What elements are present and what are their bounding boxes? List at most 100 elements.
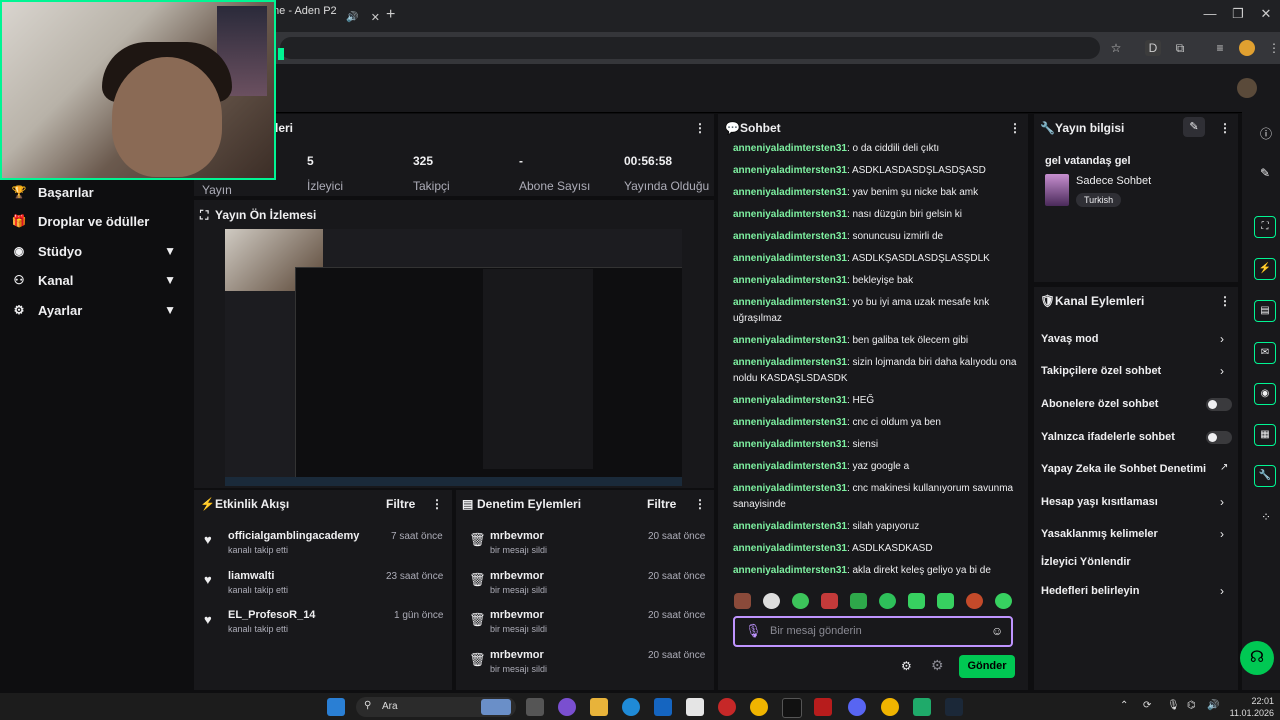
chat-message[interactable]: anneniyaladimtersten31: silah yapıyoruz — [733, 519, 1018, 535]
info-icon[interactable]: ⓘ — [1260, 125, 1272, 142]
browser-tab[interactable]: me - Aden P2 ( 🔊 ✕ — [270, 4, 380, 30]
action-banned-words[interactable]: Yasaklanmış kelimeler — [1041, 528, 1231, 540]
emote-icon[interactable] — [763, 593, 780, 609]
emote-icon[interactable] — [879, 593, 896, 609]
chat-username[interactable]: anneniyaladimtersten31 — [733, 275, 847, 286]
sidebar-item-achievements[interactable]: 🏆 Başarılar — [0, 178, 190, 206]
stream-info-menu-icon[interactable]: ⋮ — [1219, 121, 1231, 135]
chat-username[interactable]: anneniyaladimtersten31 — [733, 565, 847, 576]
list-item[interactable]: mrbevmor bir mesajı sildi — [490, 570, 547, 595]
chat-menu-icon[interactable]: ⋮ — [1009, 121, 1021, 135]
chat-username[interactable]: anneniyaladimtersten31 — [733, 543, 847, 554]
sidebar-item-drops[interactable]: 🎁 Droplar ve ödüller — [0, 207, 190, 235]
channel-actions-menu-icon[interactable]: ⋮ — [1219, 294, 1231, 308]
chrome-active-icon[interactable] — [881, 698, 899, 716]
chat-message[interactable]: anneniyaladimtersten31: bekleyişe bak — [733, 273, 1018, 289]
chat-message[interactable]: anneniyaladimtersten31: yaz google a — [733, 459, 1018, 475]
chat-message[interactable]: anneniyaladimtersten31: ASDLKASDKASD — [733, 541, 1018, 557]
clock-date[interactable]: 11.01.2026 — [1228, 708, 1274, 718]
list-item[interactable]: liamwalti kanalı takip etti — [228, 570, 288, 595]
taskbar-search[interactable]: ⚲ Ara — [356, 697, 516, 717]
chevron-right-icon[interactable]: › — [1220, 527, 1224, 541]
language-tag[interactable]: Turkish — [1076, 193, 1122, 207]
chat-message[interactable]: anneniyaladimtersten31: yav benim şu nic… — [733, 185, 1018, 201]
new-tab-button[interactable]: + — [386, 6, 395, 24]
app-icon[interactable] — [913, 698, 931, 716]
emote-icon[interactable] — [850, 593, 867, 609]
stats-menu-icon[interactable]: ⋮ — [694, 121, 706, 135]
window-minimize-button[interactable]: — — [1200, 6, 1220, 21]
broadcast-icon[interactable]: ◉ — [1254, 383, 1276, 405]
chat-username[interactable]: anneniyaladimtersten31 — [733, 461, 847, 472]
list-item[interactable]: mrbevmor bir mesajı sildi — [490, 609, 547, 634]
windows-start-icon[interactable] — [327, 698, 345, 716]
stream-preview-video[interactable] — [225, 229, 682, 486]
list-item[interactable]: EL_ProfesoR_14 kanalı takip etti — [228, 609, 315, 634]
chat-username[interactable]: anneniyaladimtersten31 — [733, 297, 847, 308]
chat-username[interactable]: anneniyaladimtersten31 — [733, 253, 847, 264]
netflix-icon[interactable] — [814, 698, 832, 716]
edge-icon[interactable] — [622, 698, 640, 716]
sidebar-item-channel[interactable]: ⚇ Kanal ▼ — [0, 266, 190, 294]
chat-message[interactable]: anneniyaladimtersten31: siensi — [733, 437, 1018, 453]
emote-icon[interactable] — [995, 593, 1012, 609]
microphone-icon[interactable]: 🎙 — [745, 623, 762, 639]
action-subscribers-only[interactable]: Abonelere özel sohbet — [1041, 398, 1231, 410]
badge-icon[interactable]: ⚙ — [931, 657, 944, 674]
list-item[interactable]: officialgamblingacademy kanalı takip ett… — [228, 530, 359, 555]
moderation-filter-button[interactable]: Filtre — [647, 497, 676, 511]
list-item[interactable]: mrbevmor bir mesajı sildi — [490, 649, 547, 674]
subscribers-only-toggle[interactable] — [1206, 398, 1232, 411]
tab-close-icon[interactable]: ✕ — [371, 11, 380, 24]
chat-username[interactable]: anneniyaladimtersten31 — [733, 521, 847, 532]
speaker-icon[interactable]: 🔊 — [346, 12, 358, 23]
emote-icon[interactable] — [792, 593, 809, 609]
discord-icon[interactable] — [848, 698, 866, 716]
emote-only-toggle[interactable] — [1206, 431, 1232, 444]
chat-message[interactable]: anneniyaladimtersten31: sonuncusu izmirl… — [733, 229, 1018, 245]
chat-message[interactable]: anneniyaladimtersten31: nası düzgün biri… — [733, 207, 1018, 223]
address-bar[interactable] — [280, 37, 1100, 59]
browser-menu-icon[interactable]: ⋮ — [1266, 40, 1280, 56]
copilot-icon[interactable] — [558, 698, 576, 716]
send-button[interactable]: Gönder — [959, 655, 1015, 678]
tray-network-icon[interactable]: ⌬ — [1187, 700, 1196, 711]
chat-message[interactable]: anneniyaladimtersten31: yo bu iyi ama uz… — [733, 295, 1018, 327]
chevron-right-icon[interactable]: › — [1220, 332, 1224, 346]
category-thumbnail[interactable] — [1045, 174, 1069, 206]
emote-icon[interactable] — [908, 593, 925, 609]
tray-mic-icon[interactable]: 🎙 — [1167, 700, 1180, 711]
chat-username[interactable]: anneniyaladimtersten31 — [733, 143, 847, 154]
edit-pencil-icon[interactable]: ✎ — [1183, 117, 1205, 137]
emote-icon[interactable] — [966, 593, 983, 609]
chat-message[interactable]: anneniyaladimtersten31: cnc ci oldum ya … — [733, 415, 1018, 431]
chat-username[interactable]: anneniyaladimtersten31 — [733, 417, 847, 428]
tray-volume-icon[interactable]: 🔊 — [1207, 700, 1219, 711]
chat-username[interactable]: anneniyaladimtersten31 — [733, 395, 847, 406]
outlook-icon[interactable] — [654, 698, 672, 716]
chrome-icon[interactable] — [750, 698, 768, 716]
tray-sync-icon[interactable]: ⟳ — [1143, 700, 1151, 711]
emoji-icon[interactable]: ☺ — [991, 624, 1003, 638]
help-headset-icon[interactable]: ☊ — [1240, 641, 1274, 675]
chat-message[interactable]: anneniyaladimtersten31: HEĞ — [733, 393, 1018, 409]
sidebar-item-studio[interactable]: ◉ Stüdyo ▼ — [0, 237, 190, 265]
avatar[interactable] — [1237, 78, 1257, 98]
screen-capture-icon[interactable]: ⛶ — [1254, 216, 1276, 238]
chat-username[interactable]: anneniyaladimtersten31 — [733, 439, 847, 450]
chat-username[interactable]: anneniyaladimtersten31 — [733, 483, 847, 494]
tiktok-icon[interactable] — [782, 698, 802, 718]
profile-icon[interactable] — [1239, 40, 1255, 56]
chat-input-placeholder[interactable]: Bir mesaj gönderin — [770, 625, 862, 637]
chat-username[interactable]: anneniyaladimtersten31 — [733, 357, 847, 368]
activity-filter-button[interactable]: Filtre — [386, 497, 415, 511]
wrench-icon[interactable]: 🔧 — [1254, 465, 1276, 487]
window-close-button[interactable]: ✕ — [1256, 6, 1276, 22]
clock-time[interactable]: 22:01 — [1234, 696, 1274, 706]
pencil-icon[interactable]: ✎ — [1260, 166, 1270, 180]
action-raid-viewers[interactable]: İzleyici Yönlendir — [1041, 556, 1231, 568]
extension-d-icon[interactable]: D — [1145, 40, 1161, 56]
window-maximize-button[interactable]: ❐ — [1228, 6, 1248, 22]
chat-username[interactable]: anneniyaladimtersten31 — [733, 209, 847, 220]
emote-icon[interactable] — [734, 593, 751, 609]
